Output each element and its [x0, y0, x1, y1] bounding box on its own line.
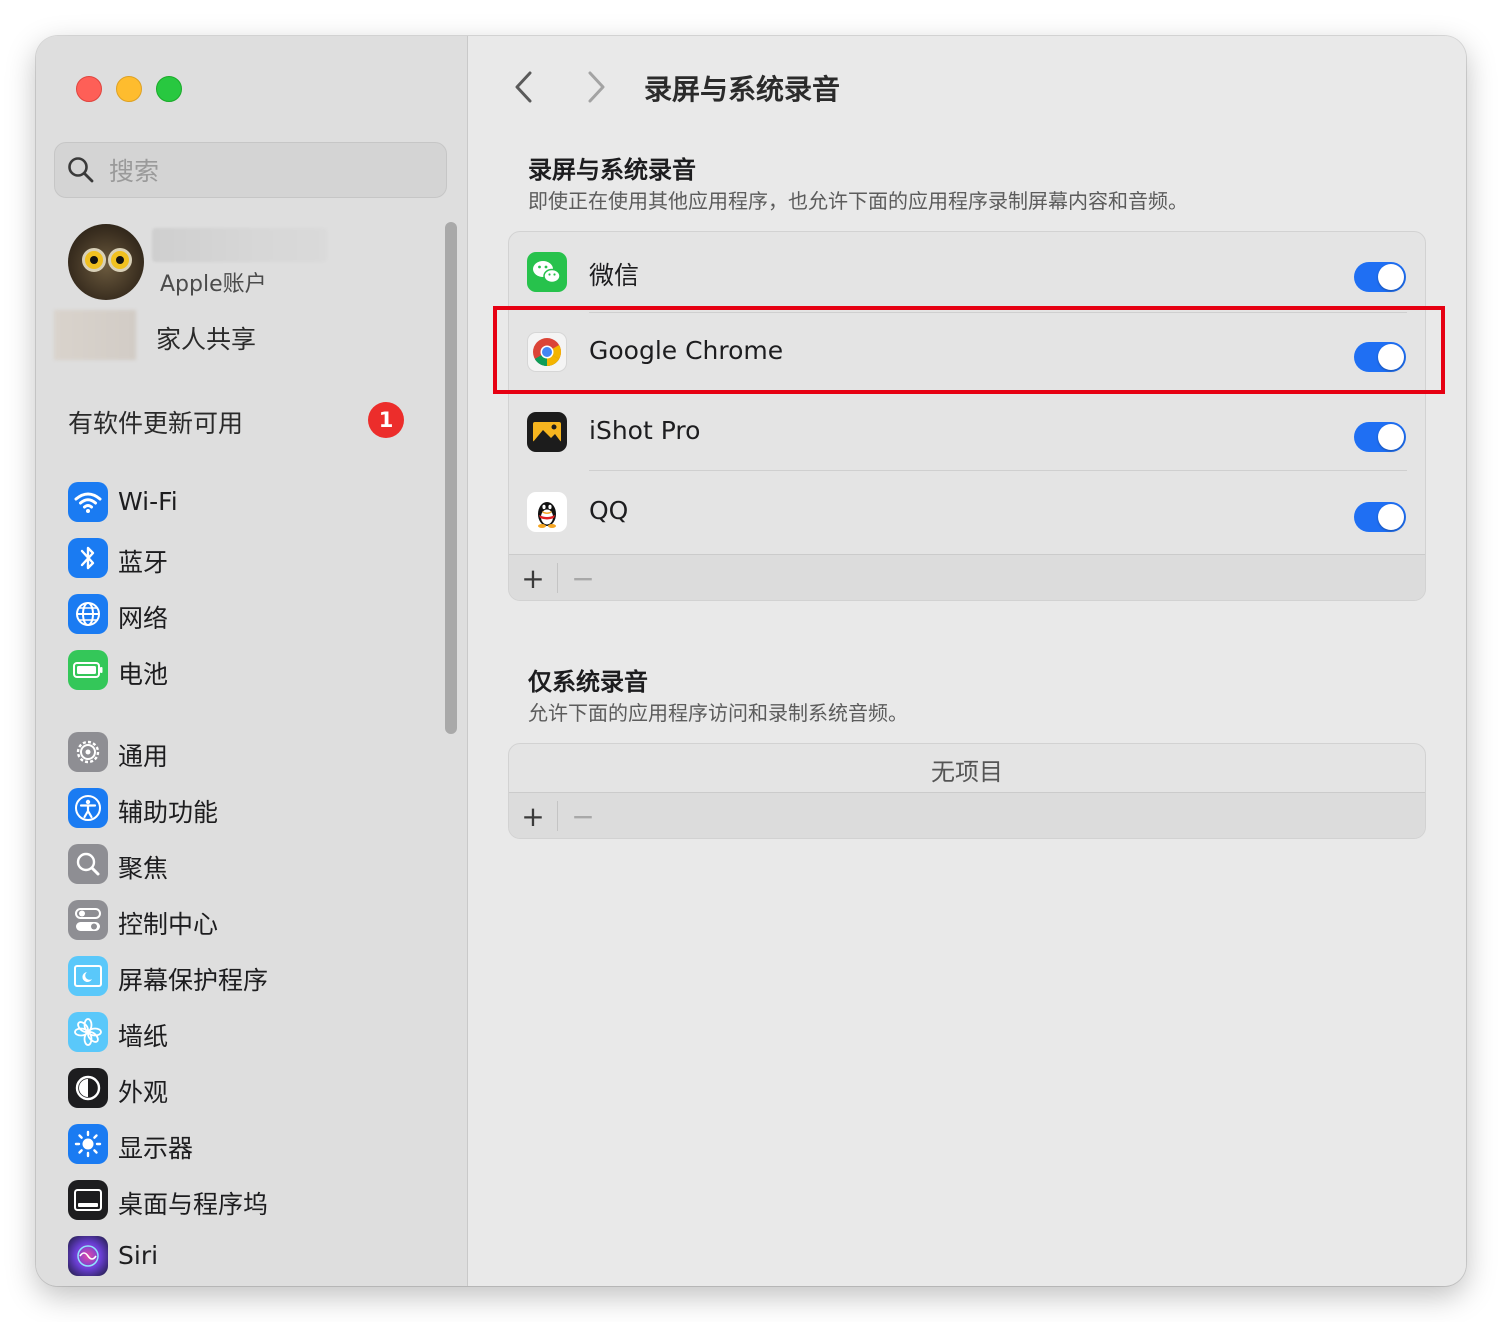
battery-icon	[68, 650, 108, 690]
sidebar-item-label: 蓝牙	[118, 548, 169, 577]
forward-chevron-icon[interactable]	[584, 70, 608, 104]
sidebar-item-label: 网络	[118, 604, 169, 633]
remove-app-button[interactable]: −	[563, 559, 603, 597]
sidebar-item-battery[interactable]: 电池	[68, 650, 428, 694]
search-box[interactable]	[54, 142, 447, 198]
audio-only-app-list: 无项目 + −	[508, 743, 1426, 839]
flower-icon	[68, 1012, 108, 1052]
main-panel: 录屏与系统录音 录屏与系统录音 即使正在使用其他应用程序，也允许下面的应用程序录…	[468, 36, 1466, 1286]
sidebar-item-label: Wi-Fi	[118, 487, 178, 516]
control-center-icon	[68, 900, 108, 940]
sidebar-item-siri[interactable]: Siri	[68, 1236, 428, 1280]
toggle-wechat[interactable]	[1354, 262, 1406, 292]
search-input[interactable]	[107, 151, 431, 191]
sidebar-item-spotlight[interactable]: 聚焦	[68, 844, 428, 888]
remove-app-button[interactable]: −	[563, 797, 603, 835]
highlight-annotation-box	[493, 306, 1445, 394]
close-window-button[interactable]	[76, 76, 102, 102]
update-count-badge: 1	[368, 402, 404, 438]
sidebar-item-bluetooth[interactable]: 蓝牙	[68, 538, 428, 582]
wechat-icon	[527, 252, 567, 292]
list-footer: + −	[509, 792, 1425, 838]
family-avatar-redacted	[54, 310, 136, 360]
screensaver-icon	[68, 956, 108, 996]
section-desc-screen-recording: 即使正在使用其他应用程序，也允许下面的应用程序录制屏幕内容和音频。	[528, 189, 1188, 213]
sidebar-item-desktop-dock[interactable]: 桌面与程序坞	[68, 1180, 428, 1224]
account-name-redacted	[152, 228, 327, 262]
app-row-wechat: 微信	[509, 232, 1425, 312]
sidebar-item-network[interactable]: 网络	[68, 594, 428, 638]
footer-divider	[557, 563, 558, 593]
page-title: 录屏与系统录音	[644, 73, 841, 106]
zoom-window-button[interactable]	[156, 76, 182, 102]
app-name: iShot Pro	[589, 416, 701, 445]
app-row-qq: QQ	[509, 472, 1425, 552]
sidebar-item-label: 控制中心	[118, 910, 219, 939]
app-row-ishot-pro: iShot Pro	[509, 392, 1425, 472]
software-update-label[interactable]: 有软件更新可用	[68, 404, 243, 440]
add-app-button[interactable]: +	[513, 559, 553, 597]
empty-list-text: 无项目	[931, 758, 1003, 786]
magnifier-icon	[68, 844, 108, 884]
appearance-icon	[68, 1068, 108, 1108]
sidebar-item-wallpaper[interactable]: 墙纸	[68, 1012, 428, 1056]
sidebar-item-label: 电池	[118, 660, 169, 689]
sidebar-item-label: 聚焦	[118, 854, 169, 883]
sidebar-item-label: Siri	[118, 1241, 159, 1270]
family-sharing-label[interactable]: 家人共享	[156, 320, 256, 356]
sidebar-item-label: 外观	[118, 1078, 169, 1107]
sidebar-item-label: 辅助功能	[118, 798, 219, 827]
app-name: 微信	[589, 261, 640, 290]
search-icon	[68, 157, 94, 183]
qq-icon	[527, 492, 567, 532]
footer-divider	[557, 801, 558, 831]
accessibility-icon	[68, 788, 108, 828]
section-title-screen-recording: 录屏与系统录音	[528, 156, 696, 184]
dock-icon	[68, 1180, 108, 1220]
back-chevron-icon[interactable]	[512, 70, 536, 104]
sidebar-item-wifi[interactable]: Wi-Fi	[68, 482, 428, 526]
gear-icon	[68, 732, 108, 772]
ishot-icon	[527, 412, 567, 452]
sidebar-scrollbar[interactable]	[445, 222, 457, 734]
avatar[interactable]	[68, 224, 144, 300]
sidebar-item-general[interactable]: 通用	[68, 732, 428, 776]
sidebar-item-label: 显示器	[118, 1134, 194, 1163]
sidebar-item-label: 墙纸	[118, 1022, 169, 1051]
sidebar: Apple账户 家人共享 有软件更新可用 1 Wi-Fi	[36, 36, 468, 1286]
settings-window: Apple账户 家人共享 有软件更新可用 1 Wi-Fi	[36, 36, 1466, 1286]
wifi-icon	[68, 482, 108, 522]
apple-account-label[interactable]: Apple账户	[160, 266, 267, 298]
siri-icon	[68, 1236, 108, 1276]
list-footer: + −	[509, 554, 1425, 600]
globe-icon	[68, 594, 108, 634]
toggle-qq[interactable]	[1354, 502, 1406, 532]
screen-recording-app-list: 微信 Google Chrome iShot Pro QQ + −	[508, 231, 1426, 601]
sidebar-item-appearance[interactable]: 外观	[68, 1068, 428, 1112]
app-name: QQ	[589, 496, 629, 525]
bluetooth-icon	[68, 538, 108, 578]
section-desc-audio-only: 允许下面的应用程序访问和录制系统音频。	[528, 701, 908, 725]
sidebar-item-screensaver[interactable]: 屏幕保护程序	[68, 956, 428, 1000]
toggle-ishot-pro[interactable]	[1354, 422, 1406, 452]
section-title-audio-only: 仅系统录音	[528, 668, 648, 696]
sidebar-item-label: 通用	[118, 742, 169, 771]
sidebar-item-label: 桌面与程序坞	[118, 1190, 269, 1219]
sidebar-item-label: 屏幕保护程序	[118, 966, 269, 995]
sidebar-item-displays[interactable]: 显示器	[68, 1124, 428, 1168]
sun-icon	[68, 1124, 108, 1164]
add-app-button[interactable]: +	[513, 797, 553, 835]
sidebar-item-accessibility[interactable]: 辅助功能	[68, 788, 428, 832]
minimize-window-button[interactable]	[116, 76, 142, 102]
row-divider	[589, 470, 1407, 471]
sidebar-item-control-center[interactable]: 控制中心	[68, 900, 428, 944]
